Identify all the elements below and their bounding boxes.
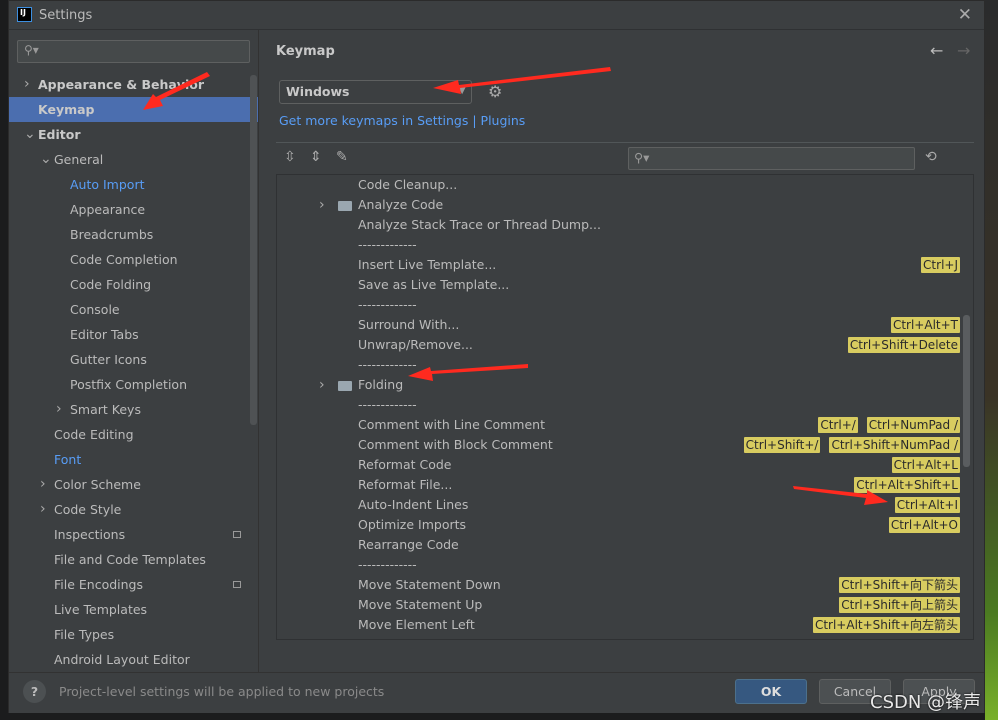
annotation-arrow — [433, 67, 611, 94]
annotation-arrows — [143, 67, 888, 505]
annotation-arrow — [793, 486, 888, 505]
annotation-arrow — [408, 364, 528, 381]
annotation-arrow — [143, 72, 210, 110]
